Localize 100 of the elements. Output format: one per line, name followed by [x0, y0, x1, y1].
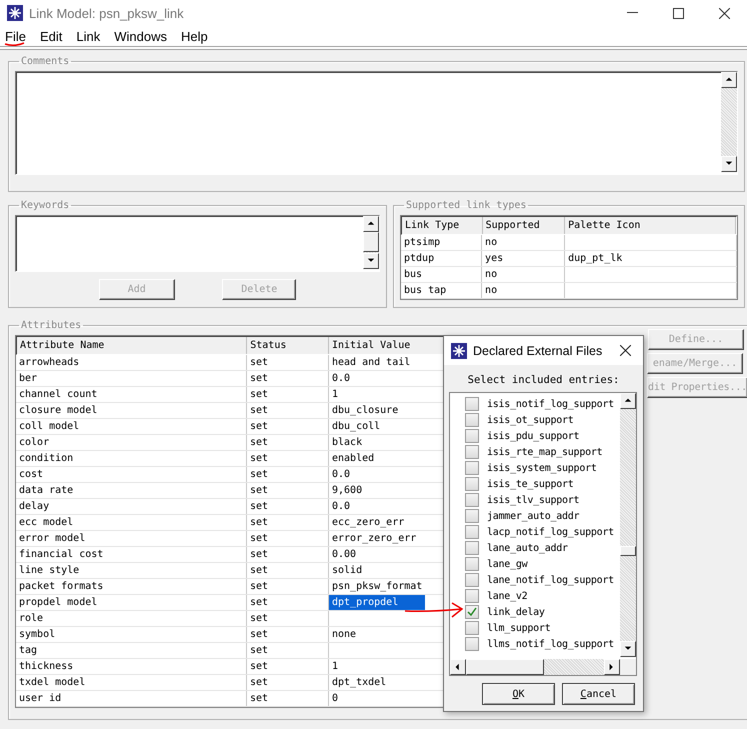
checkbox[interactable]: [465, 525, 479, 539]
table-cell: no: [485, 285, 498, 296]
table-cell: ber: [19, 373, 38, 384]
close-icon[interactable]: [718, 8, 730, 18]
group-label: Supported link types: [405, 200, 528, 211]
table-cell: head and tail: [332, 357, 410, 368]
scroll-left-button[interactable]: [450, 659, 466, 675]
menu-item[interactable]: Help: [180, 28, 208, 44]
column-header[interactable]: Supported: [482, 217, 566, 234]
arrow-up-icon: [367, 220, 375, 228]
menu-item[interactable]: Link: [76, 28, 100, 44]
group-label: Attributes: [20, 320, 82, 331]
column-header[interactable]: Status: [247, 337, 329, 354]
table-cell: financial cost: [19, 549, 104, 560]
checkbox[interactable]: [465, 541, 479, 555]
scroll-down-button[interactable]: [721, 156, 737, 172]
group-label: Comments: [20, 56, 70, 67]
maximize-icon[interactable]: [672, 8, 684, 18]
checkbox[interactable]: [465, 429, 479, 443]
table-cell: dpt_txdel: [332, 677, 386, 688]
table-cell: dbu_closure: [332, 405, 398, 416]
table-cell: set: [250, 645, 268, 656]
scroll-thumb[interactable]: [620, 546, 636, 556]
ok-button[interactable]: OK: [482, 683, 555, 705]
checkbox[interactable]: [465, 397, 479, 411]
menu-item[interactable]: Edit: [40, 28, 62, 44]
scroll-thumb[interactable]: [466, 659, 544, 675]
scroll-up-button[interactable]: [620, 393, 636, 409]
minimize-icon[interactable]: [626, 12, 638, 14]
menu-item[interactable]: File: [5, 28, 26, 44]
table-cell: data rate: [19, 485, 74, 496]
table-cell: psn_pksw_format: [332, 581, 422, 592]
window-title: Link Model: psn_pksw_link: [29, 6, 185, 20]
table-cell: enabled: [332, 453, 374, 464]
table-cell: cost: [19, 469, 44, 480]
table-cell: coll model: [19, 421, 80, 432]
table-cell: solid: [332, 565, 362, 576]
table-cell: set: [250, 485, 268, 496]
table-cell: set: [250, 613, 268, 624]
table-cell: packet formats: [19, 581, 104, 592]
table-cell: black: [332, 437, 362, 448]
scrollbar[interactable]: [363, 216, 379, 269]
table-cell: set: [250, 565, 268, 576]
prompt-text: Select included entries:: [466, 374, 620, 386]
table-cell: set: [250, 421, 268, 432]
table-cell: bus: [404, 269, 422, 280]
checkbox[interactable]: [465, 589, 479, 603]
table-cell: closure model: [19, 405, 98, 416]
table-cell: role: [19, 613, 44, 624]
cancel-button[interactable]: Cancel: [562, 683, 635, 705]
table-cell: set: [250, 533, 268, 544]
checkbox[interactable]: [465, 493, 479, 507]
checkbox[interactable]: [465, 637, 479, 651]
checkbox[interactable]: [465, 413, 479, 427]
table-cell: thickness: [19, 661, 74, 672]
column-header[interactable]: Palette Icon: [565, 217, 736, 234]
table-cell: symbol: [19, 629, 56, 640]
checkbox[interactable]: [465, 605, 479, 619]
checkbox[interactable]: [465, 557, 479, 571]
table-cell: dup_pt_lk: [568, 253, 622, 264]
table-cell: 0.0: [332, 501, 350, 512]
table-cell: ecc model: [19, 517, 74, 528]
scroll-thumb[interactable]: [363, 232, 379, 252]
table-cell: set: [250, 661, 268, 672]
checkbox[interactable]: [465, 461, 479, 475]
comments-field[interactable]: [15, 71, 738, 175]
column-header[interactable]: Link Type: [402, 217, 483, 234]
scroll-up-button[interactable]: [363, 216, 379, 232]
checkbox[interactable]: [465, 573, 479, 587]
table-cell: yes: [485, 253, 504, 264]
table-cell: delay: [19, 501, 50, 512]
table-cell: 0.0: [332, 373, 350, 384]
checkbox[interactable]: [465, 621, 479, 635]
checkbox[interactable]: [465, 445, 479, 459]
table-cell: arrowheads: [19, 357, 80, 368]
table-cell: ecc_zero_err: [332, 517, 404, 528]
scroll-down-button[interactable]: [620, 641, 636, 657]
menu-item[interactable]: Windows: [114, 28, 167, 44]
table-cell: 1: [332, 389, 338, 400]
scroll-up-button[interactable]: [721, 72, 737, 88]
table-cell: ptdup: [404, 253, 434, 264]
table-cell: set: [250, 389, 268, 400]
scroll-down-button[interactable]: [363, 253, 379, 269]
table-cell: set: [250, 453, 268, 464]
scroll-right-button[interactable]: [604, 659, 620, 675]
arrow-up-icon: [624, 397, 632, 405]
keywords-field[interactable]: [15, 215, 380, 272]
checkbox[interactable]: [465, 477, 479, 491]
table-cell: no: [485, 269, 498, 280]
table-cell: set: [250, 581, 268, 592]
arrow-left-icon: [454, 663, 462, 671]
scrollbar-corner: [620, 659, 636, 675]
scrollbar[interactable]: [721, 72, 737, 172]
close-icon[interactable]: [620, 345, 631, 356]
column-header[interactable]: Attribute Name: [17, 337, 248, 354]
scrollbar[interactable]: [620, 393, 636, 657]
checkbox[interactable]: [465, 509, 479, 523]
table-cell: txdel model: [19, 677, 86, 688]
table-cell: color: [19, 437, 50, 448]
scrollbar[interactable]: [450, 659, 620, 675]
